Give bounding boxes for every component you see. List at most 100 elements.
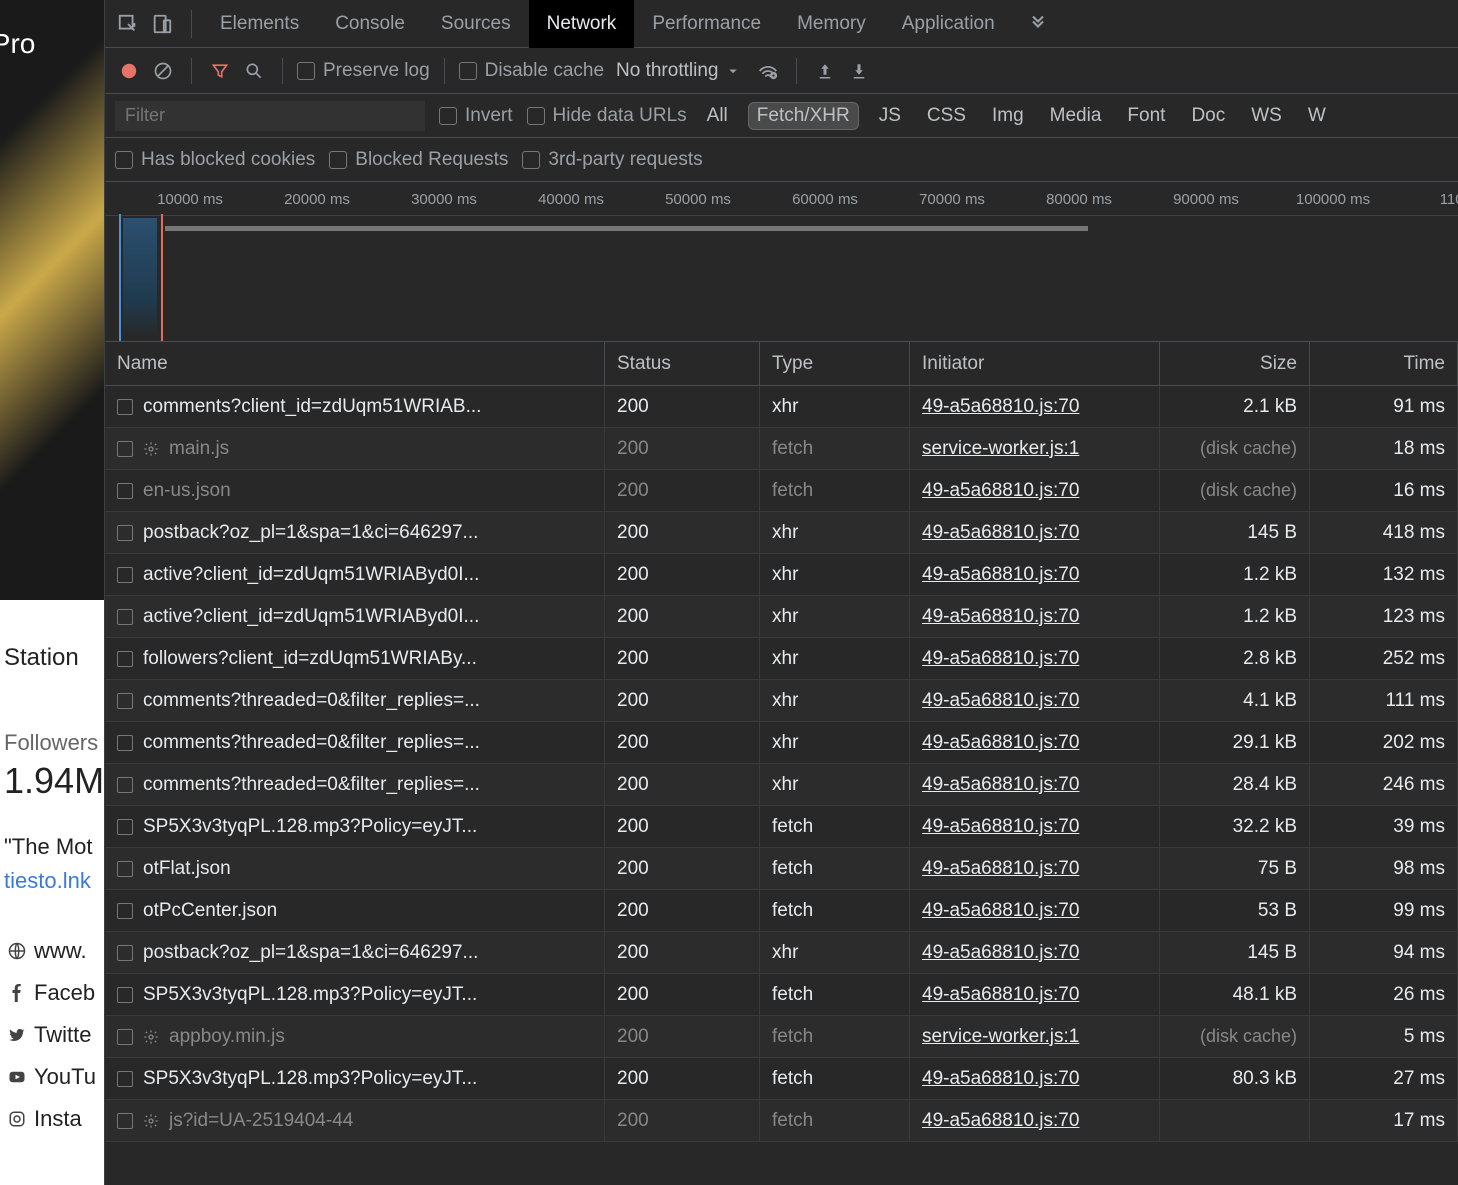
link-web[interactable]: www. <box>4 934 104 968</box>
initiator-link[interactable]: service-worker.js:1 <box>922 1026 1079 1048</box>
table-row[interactable]: otFlat.json200fetch49-a5a68810.js:7075 B… <box>105 848 1458 890</box>
initiator-link[interactable]: 49-a5a68810.js:70 <box>922 774 1079 796</box>
table-row[interactable]: SP5X3v3tyqPL.128.mp3?Policy=eyJT...200fe… <box>105 806 1458 848</box>
station-button[interactable]: Station <box>0 640 104 676</box>
col-header-time[interactable]: Time <box>1310 342 1458 385</box>
initiator-link[interactable]: 49-a5a68810.js:70 <box>922 816 1079 838</box>
filter-input[interactable] <box>115 101 425 131</box>
table-row[interactable]: appboy.min.js200fetchservice-worker.js:1… <box>105 1016 1458 1058</box>
link-youtube[interactable]: YouTu <box>4 1060 104 1094</box>
hide-data-urls-checkbox[interactable]: Hide data URLs <box>527 105 687 127</box>
tab-network[interactable]: Network <box>529 0 635 48</box>
filter-all[interactable]: All <box>701 103 734 129</box>
tab-elements[interactable]: Elements <box>202 0 317 48</box>
record-icon[interactable] <box>115 57 143 85</box>
blocked-requests-checkbox[interactable]: Blocked Requests <box>329 149 508 171</box>
request-size: 75 B <box>1160 848 1310 889</box>
tab-memory[interactable]: Memory <box>779 0 884 48</box>
invert-checkbox[interactable]: Invert <box>439 105 513 127</box>
filter-css[interactable]: CSS <box>921 103 972 129</box>
search-icon[interactable] <box>240 57 268 85</box>
table-row[interactable]: main.js200fetchservice-worker.js:1(disk … <box>105 428 1458 470</box>
request-name: postback?oz_pl=1&spa=1&ci=646297... <box>143 942 478 964</box>
initiator-link[interactable]: 49-a5a68810.js:70 <box>922 1068 1079 1090</box>
request-name: postback?oz_pl=1&spa=1&ci=646297... <box>143 522 478 544</box>
link-twitter[interactable]: Twitte <box>4 1018 104 1052</box>
initiator-link[interactable]: 49-a5a68810.js:70 <box>922 522 1079 544</box>
table-row[interactable]: comments?threaded=0&filter_replies=...20… <box>105 722 1458 764</box>
initiator-link[interactable]: 49-a5a68810.js:70 <box>922 480 1079 502</box>
table-row[interactable]: js?id=UA-2519404-44200fetch49-a5a68810.j… <box>105 1100 1458 1142</box>
filter-doc[interactable]: Doc <box>1185 103 1231 129</box>
tab-sources[interactable]: Sources <box>423 0 529 48</box>
export-har-icon[interactable] <box>845 57 873 85</box>
table-row[interactable]: followers?client_id=zdUqm51WRIABy...200x… <box>105 638 1458 680</box>
table-row[interactable]: SP5X3v3tyqPL.128.mp3?Policy=eyJT...200fe… <box>105 1058 1458 1100</box>
table-row[interactable]: en-us.json200fetch49-a5a68810.js:70(disk… <box>105 470 1458 512</box>
link-instagram[interactable]: Insta <box>4 1102 104 1136</box>
col-header-size[interactable]: Size <box>1160 342 1310 385</box>
device-toolbar-icon[interactable] <box>147 9 177 39</box>
network-conditions-icon[interactable] <box>754 57 782 85</box>
link-facebook[interactable]: Faceb <box>4 976 104 1010</box>
table-row[interactable]: comments?threaded=0&filter_replies=...20… <box>105 680 1458 722</box>
col-header-status[interactable]: Status <box>605 342 760 385</box>
table-row[interactable]: comments?threaded=0&filter_replies=...20… <box>105 764 1458 806</box>
filter-icon[interactable] <box>206 57 234 85</box>
tab-performance[interactable]: Performance <box>634 0 779 48</box>
request-status: 200 <box>605 1100 760 1141</box>
initiator-link[interactable]: 49-a5a68810.js:70 <box>922 564 1079 586</box>
timeline-tick: 11000 <box>1440 191 1458 208</box>
initiator-link[interactable]: 49-a5a68810.js:70 <box>922 1110 1079 1132</box>
throttle-select[interactable]: No throttling <box>610 60 748 82</box>
network-timeline[interactable]: 10000 ms20000 ms30000 ms40000 ms50000 ms… <box>105 182 1458 342</box>
request-size: (disk cache) <box>1160 1016 1310 1057</box>
table-row[interactable]: comments?client_id=zdUqm51WRIAB...200xhr… <box>105 386 1458 428</box>
bio-link[interactable]: tiesto.lnk <box>0 864 104 898</box>
import-har-icon[interactable] <box>811 57 839 85</box>
clear-icon[interactable] <box>149 57 177 85</box>
preserve-log-checkbox[interactable]: Preserve log <box>297 60 430 82</box>
request-size: 80.3 kB <box>1160 1058 1310 1099</box>
request-name: main.js <box>169 438 229 460</box>
col-header-initiator[interactable]: Initiator <box>910 342 1160 385</box>
col-header-type[interactable]: Type <box>760 342 910 385</box>
filter-fetchxhr[interactable]: Fetch/XHR <box>748 102 859 130</box>
initiator-link[interactable]: 49-a5a68810.js:70 <box>922 900 1079 922</box>
filter-wasm[interactable]: W <box>1302 103 1332 129</box>
filter-media[interactable]: Media <box>1044 103 1108 129</box>
inspect-element-icon[interactable] <box>113 9 143 39</box>
filter-js[interactable]: JS <box>873 103 907 129</box>
initiator-link[interactable]: 49-a5a68810.js:70 <box>922 648 1079 670</box>
initiator-link[interactable]: 49-a5a68810.js:70 <box>922 858 1079 880</box>
table-row[interactable]: postback?oz_pl=1&spa=1&ci=646297...200xh… <box>105 932 1458 974</box>
third-party-checkbox[interactable]: 3rd-party requests <box>522 149 702 171</box>
request-time: 123 ms <box>1310 596 1458 637</box>
initiator-link[interactable]: 49-a5a68810.js:70 <box>922 942 1079 964</box>
requests-table-body[interactable]: comments?client_id=zdUqm51WRIAB...200xhr… <box>105 386 1458 1185</box>
request-type: xhr <box>760 638 910 679</box>
table-row[interactable]: active?client_id=zdUqm51WRIAByd0I...200x… <box>105 554 1458 596</box>
initiator-link[interactable]: service-worker.js:1 <box>922 438 1079 460</box>
initiator-link[interactable]: 49-a5a68810.js:70 <box>922 606 1079 628</box>
filter-ws[interactable]: WS <box>1245 103 1288 129</box>
disable-cache-checkbox[interactable]: Disable cache <box>459 60 604 82</box>
table-row[interactable]: postback?oz_pl=1&spa=1&ci=646297...200xh… <box>105 512 1458 554</box>
col-header-name[interactable]: Name <box>105 342 605 385</box>
initiator-link[interactable]: 49-a5a68810.js:70 <box>922 396 1079 418</box>
table-row[interactable]: SP5X3v3tyqPL.128.mp3?Policy=eyJT...200fe… <box>105 974 1458 1016</box>
request-name: comments?threaded=0&filter_replies=... <box>143 732 480 754</box>
filter-img[interactable]: Img <box>986 103 1030 129</box>
blocked-cookies-checkbox[interactable]: Has blocked cookies <box>115 149 315 171</box>
table-row[interactable]: active?client_id=zdUqm51WRIAByd0I...200x… <box>105 596 1458 638</box>
request-type: fetch <box>760 974 910 1015</box>
initiator-link[interactable]: 49-a5a68810.js:70 <box>922 984 1079 1006</box>
more-tabs-chevron-icon[interactable] <box>1023 9 1053 39</box>
filter-font[interactable]: Font <box>1121 103 1171 129</box>
tab-console[interactable]: Console <box>317 0 423 48</box>
request-name: SP5X3v3tyqPL.128.mp3?Policy=eyJT... <box>143 984 477 1006</box>
initiator-link[interactable]: 49-a5a68810.js:70 <box>922 690 1079 712</box>
tab-application[interactable]: Application <box>884 0 1013 48</box>
initiator-link[interactable]: 49-a5a68810.js:70 <box>922 732 1079 754</box>
table-row[interactable]: otPcCenter.json200fetch49-a5a68810.js:70… <box>105 890 1458 932</box>
